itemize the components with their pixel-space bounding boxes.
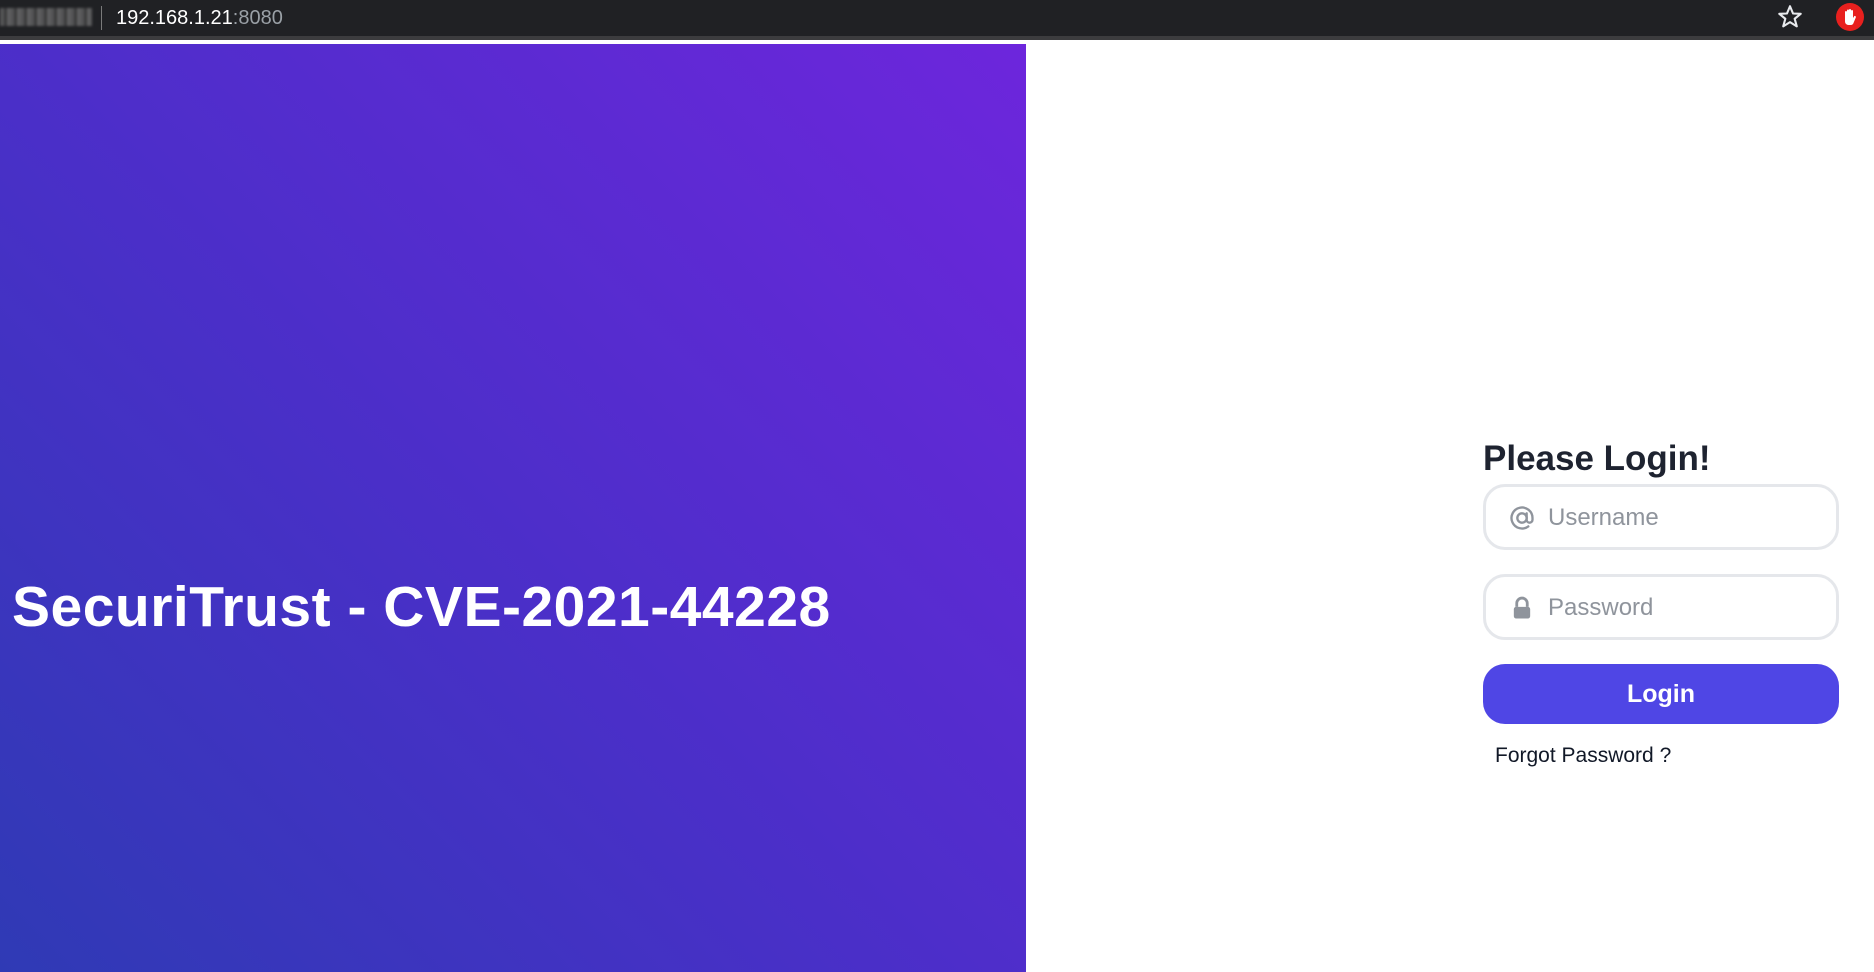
username-input[interactable] [1546, 487, 1820, 549]
forgot-password-link[interactable]: Forgot Password ? [1495, 744, 1839, 768]
lock-icon [1508, 594, 1536, 622]
address-bar-divider [101, 6, 102, 30]
login-form: Please Login! Login Forgot Password ? [1483, 432, 1839, 768]
password-input[interactable] [1546, 577, 1820, 639]
hero-panel: SecuriTrust - CVE-2021-44228 [0, 44, 1026, 972]
username-field[interactable] [1483, 484, 1839, 550]
star-icon[interactable] [1776, 3, 1804, 31]
address-bar[interactable]: 192.168.1.21:8080 [116, 7, 283, 29]
hero-title: SecuriTrust - CVE-2021-44228 [12, 575, 831, 639]
blurred-tab-label [0, 8, 92, 26]
browser-toolbar: 192.168.1.21:8080 [0, 0, 1874, 40]
url-host: 192.168.1.21 [116, 7, 233, 29]
at-sign-icon [1508, 504, 1536, 532]
login-heading: Please Login! [1483, 439, 1711, 478]
url-port: :8080 [232, 7, 283, 29]
hand-stop-icon[interactable] [1836, 3, 1864, 31]
login-button[interactable]: Login [1483, 664, 1839, 724]
password-field[interactable] [1483, 574, 1839, 640]
